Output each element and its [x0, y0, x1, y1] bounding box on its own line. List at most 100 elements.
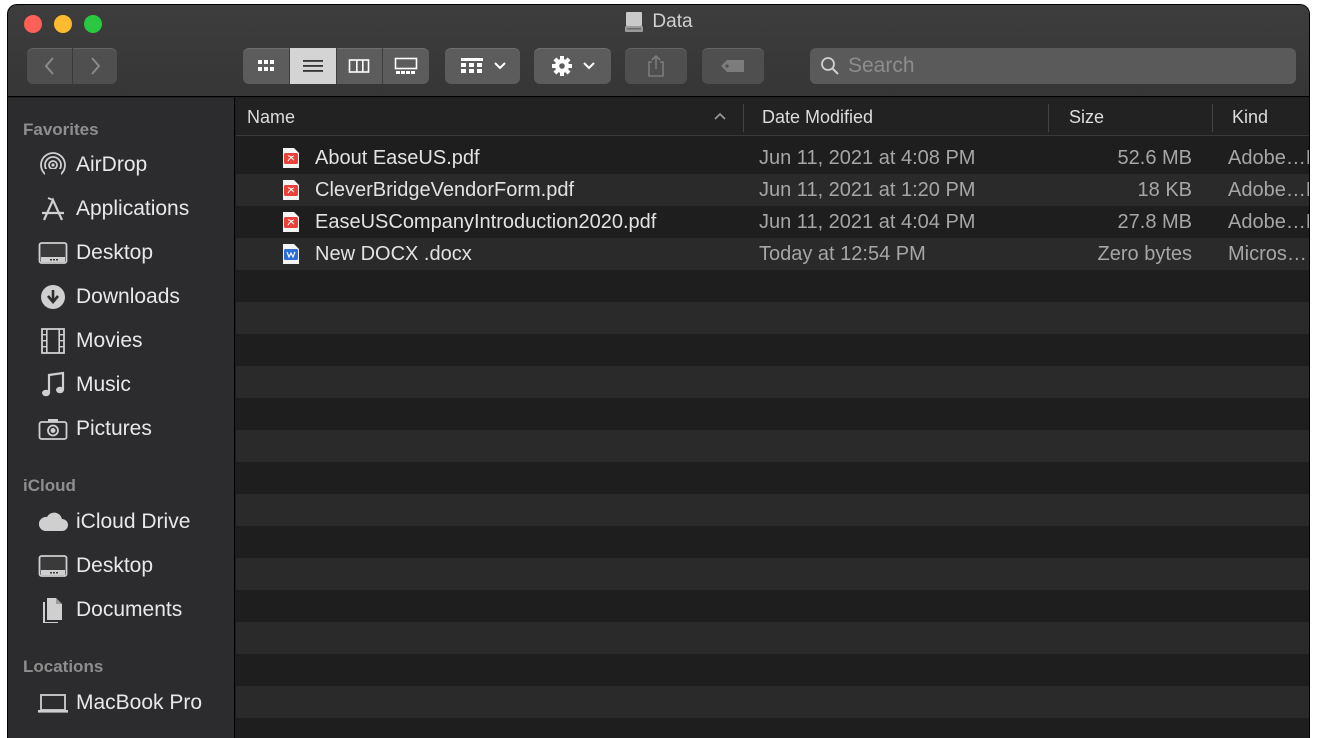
column-size-label: Size [1069, 106, 1105, 127]
file-name-cell: EaseUSCompanyIntroduction2020.pdf [281, 206, 741, 238]
column-date-label: Date Modified [762, 106, 874, 127]
empty-row [236, 558, 1309, 590]
empty-row [236, 334, 1309, 366]
list-view-button[interactable] [288, 48, 336, 84]
file-size: 52.6 MB [1117, 146, 1192, 169]
column-header-kind[interactable]: Kind [1232, 98, 1309, 136]
table-row[interactable]: CleverBridgeVendorForm.pdf Jun 11, 2021 a… [236, 174, 1309, 206]
forward-button[interactable] [72, 48, 117, 84]
sidebar-item-icloud-desktop[interactable]: Desktop [36, 547, 153, 585]
table-row[interactable]: EaseUSCompanyIntroduction2020.pdf Jun 11,… [236, 206, 1309, 238]
file-kind: Adobe…F [1228, 146, 1309, 169]
empty-row [236, 302, 1309, 334]
sidebar-item-desktop[interactable]: Desktop [36, 234, 153, 272]
disk-icon [624, 11, 644, 33]
empty-row [236, 654, 1309, 686]
sidebar-item-label: iCloud Drive [76, 510, 191, 533]
empty-row [236, 526, 1309, 558]
file-size: Zero bytes [1097, 242, 1192, 265]
file-name: CleverBridgeVendorForm.pdf [315, 178, 575, 201]
documents-icon [36, 595, 70, 625]
sidebar-item-label: AirDrop [76, 153, 148, 176]
view-mode-group [243, 48, 429, 84]
empty-row [236, 686, 1309, 718]
sidebar-item-macbook-pro[interactable]: MacBook Pro [36, 684, 202, 722]
pictures-icon [36, 414, 70, 444]
column-name-label: Name [247, 106, 296, 127]
file-kind: Adobe…F [1228, 210, 1309, 233]
finder-window: Data Search Favorites AirDrop Applicatio… [8, 5, 1309, 738]
sidebar-item-label: Downloads [76, 285, 180, 308]
movies-icon [36, 326, 70, 356]
table-row[interactable]: About EaseUS.pdf Jun 11, 2021 at 4:08 PM 5… [236, 142, 1309, 174]
sidebar-item-label: Documents [76, 598, 183, 621]
column-divider[interactable] [1212, 104, 1213, 132]
grid-icon [257, 60, 274, 71]
sidebar-item-downloads[interactable]: Downloads [36, 278, 180, 316]
cloud-icon [36, 507, 70, 537]
empty-row [236, 622, 1309, 654]
file-name: About EaseUS.pdf [315, 146, 480, 169]
sidebar-item-airdrop[interactable]: AirDrop [36, 146, 147, 184]
file-rows: About EaseUS.pdf Jun 11, 2021 at 4:08 PM 5… [236, 142, 1309, 718]
sidebar-item-pictures[interactable]: Pictures [36, 410, 152, 448]
pdf-file-icon [281, 211, 301, 233]
applications-icon [36, 194, 70, 224]
file-size: 27.8 MB [1117, 210, 1192, 233]
column-header-name[interactable]: Name [247, 98, 727, 136]
sidebar-item-icloud-drive[interactable]: iCloud Drive [36, 503, 190, 541]
file-date: Jun 11, 2021 at 4:08 PM [759, 146, 976, 169]
columns-icon [349, 59, 370, 73]
column-header-size[interactable]: Size [1069, 98, 1209, 136]
sidebar-section-locations: Locations [23, 657, 104, 676]
file-name-cell: CleverBridgeVendorForm.pdf [281, 174, 741, 206]
column-view-button[interactable] [335, 48, 383, 84]
sidebar-item-label: MacBook Pro [76, 691, 203, 714]
sidebar-item-label: Music [76, 373, 131, 396]
file-name: New DOCX .docx [315, 242, 472, 265]
sidebar-item-movies[interactable]: Movies [36, 322, 143, 360]
group-by-button[interactable] [445, 48, 520, 84]
file-name-cell: New DOCX .docx [281, 238, 741, 270]
action-button[interactable] [534, 48, 611, 84]
chevron-right-icon [91, 57, 101, 75]
file-name-cell: About EaseUS.pdf [281, 142, 741, 174]
column-divider[interactable] [743, 104, 744, 132]
pdf-file-icon [281, 179, 301, 201]
column-header-date[interactable]: Date Modified [762, 98, 1042, 136]
search-field[interactable] [810, 48, 1296, 84]
sidebar: Favorites AirDrop Applications Desktop D… [8, 98, 235, 738]
chevron-left-icon [44, 57, 54, 75]
column-header: Name Date Modified Size Kind [236, 98, 1309, 136]
empty-row [236, 462, 1309, 494]
gallery-icon [394, 57, 418, 74]
empty-row [236, 494, 1309, 526]
sidebar-section-favorites: Favorites [23, 120, 99, 139]
tag-button[interactable] [702, 48, 764, 84]
window-title: Data [8, 11, 1309, 33]
laptop-icon [36, 688, 70, 718]
sidebar-item-music[interactable]: Music [36, 366, 131, 404]
sidebar-item-applications[interactable]: Applications [36, 190, 189, 228]
back-button[interactable] [27, 48, 72, 84]
empty-row [236, 590, 1309, 622]
search-icon [821, 57, 839, 75]
file-date: Jun 11, 2021 at 1:20 PM [759, 178, 976, 201]
share-button[interactable] [625, 48, 687, 84]
file-kind: Micros… [1228, 242, 1307, 265]
icon-view-button[interactable] [243, 48, 289, 84]
file-size: 18 KB [1137, 178, 1192, 201]
column-kind-label: Kind [1232, 106, 1269, 127]
gallery-view-button[interactable] [382, 48, 429, 84]
sidebar-item-documents[interactable]: Documents [36, 591, 182, 629]
sidebar-item-label: Desktop [76, 241, 154, 264]
column-divider[interactable] [1048, 104, 1049, 132]
gear-icon [551, 56, 572, 76]
table-row[interactable]: New DOCX .docx Today at 12:54 PM Zero byte… [236, 238, 1309, 270]
sidebar-item-label: Desktop [76, 554, 154, 577]
empty-row [236, 270, 1309, 302]
airdrop-icon [36, 150, 70, 180]
search-input[interactable] [848, 54, 1268, 78]
sidebar-section-icloud: iCloud [23, 476, 76, 495]
file-date: Today at 12:54 PM [759, 242, 926, 265]
